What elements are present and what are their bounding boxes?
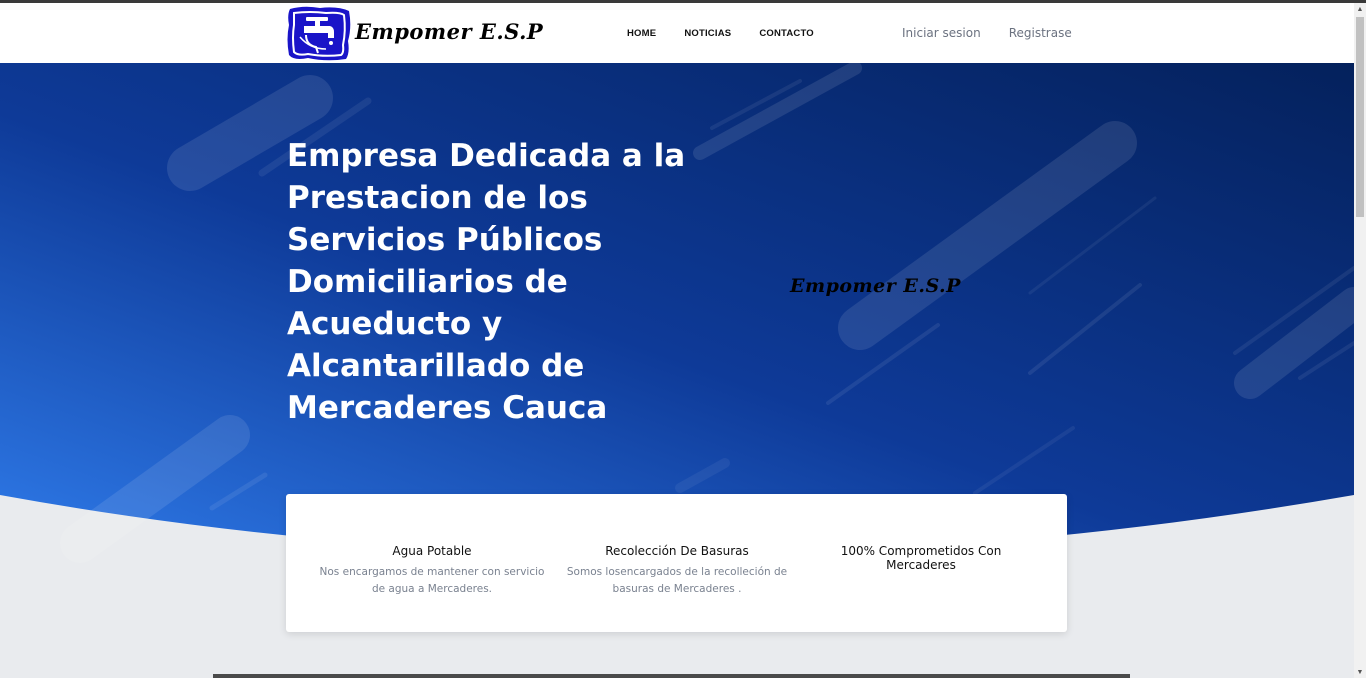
next-section-edge — [213, 674, 1130, 678]
feature-comprometidos: 100% Comprometidos Con Mercaderes — [801, 544, 1041, 572]
site-logo[interactable]: Empomer E.S.P — [286, 5, 543, 61]
feature-title: Recolección De Basuras — [605, 544, 749, 558]
scroll-up-arrow-icon[interactable]: ▲ — [1354, 3, 1366, 15]
faucet-logo-icon — [286, 5, 352, 61]
site-header: Empomer E.S.P HOME NOTICIAS CONTACTO Ini… — [0, 3, 1354, 63]
register-link[interactable]: Registrase — [1009, 26, 1072, 40]
scroll-down-arrow-icon[interactable]: ▼ — [1354, 666, 1366, 678]
hero-section: Empresa Dedicada a la Prestacion de los … — [0, 63, 1354, 563]
scrollbar-thumb[interactable] — [1356, 17, 1364, 217]
login-link[interactable]: Iniciar sesion — [902, 26, 981, 40]
features-card: Agua Potable Nos encargamos de mantener … — [286, 494, 1067, 632]
logo-text: Empomer E.S.P — [355, 18, 544, 44]
nav-home[interactable]: HOME — [627, 28, 656, 39]
feature-description: Somos losencargados de la recolleción de… — [566, 566, 788, 595]
auth-links: Iniciar sesion Registrase — [902, 3, 1100, 63]
hero-brand-logo: Empomer E.S.P — [790, 275, 961, 297]
main-nav: HOME NOTICIAS CONTACTO — [613, 3, 828, 63]
feature-recoleccion-basuras: Recolección De Basuras Somos losencargad… — [557, 544, 797, 598]
nav-noticias[interactable]: NOTICIAS — [684, 28, 731, 39]
nav-contacto[interactable]: CONTACTO — [759, 28, 814, 39]
feature-agua-potable: Agua Potable Nos encargamos de mantener … — [312, 544, 552, 598]
feature-title: Agua Potable — [392, 544, 472, 558]
feature-description: Nos encargamos de mantener con servicio … — [319, 566, 545, 595]
feature-title: 100% Comprometidos Con Mercaderes — [840, 544, 1002, 572]
hero-title: Empresa Dedicada a la Prestacion de los … — [287, 138, 686, 426]
page-scrollbar[interactable]: ▲ ▼ — [1354, 3, 1366, 678]
